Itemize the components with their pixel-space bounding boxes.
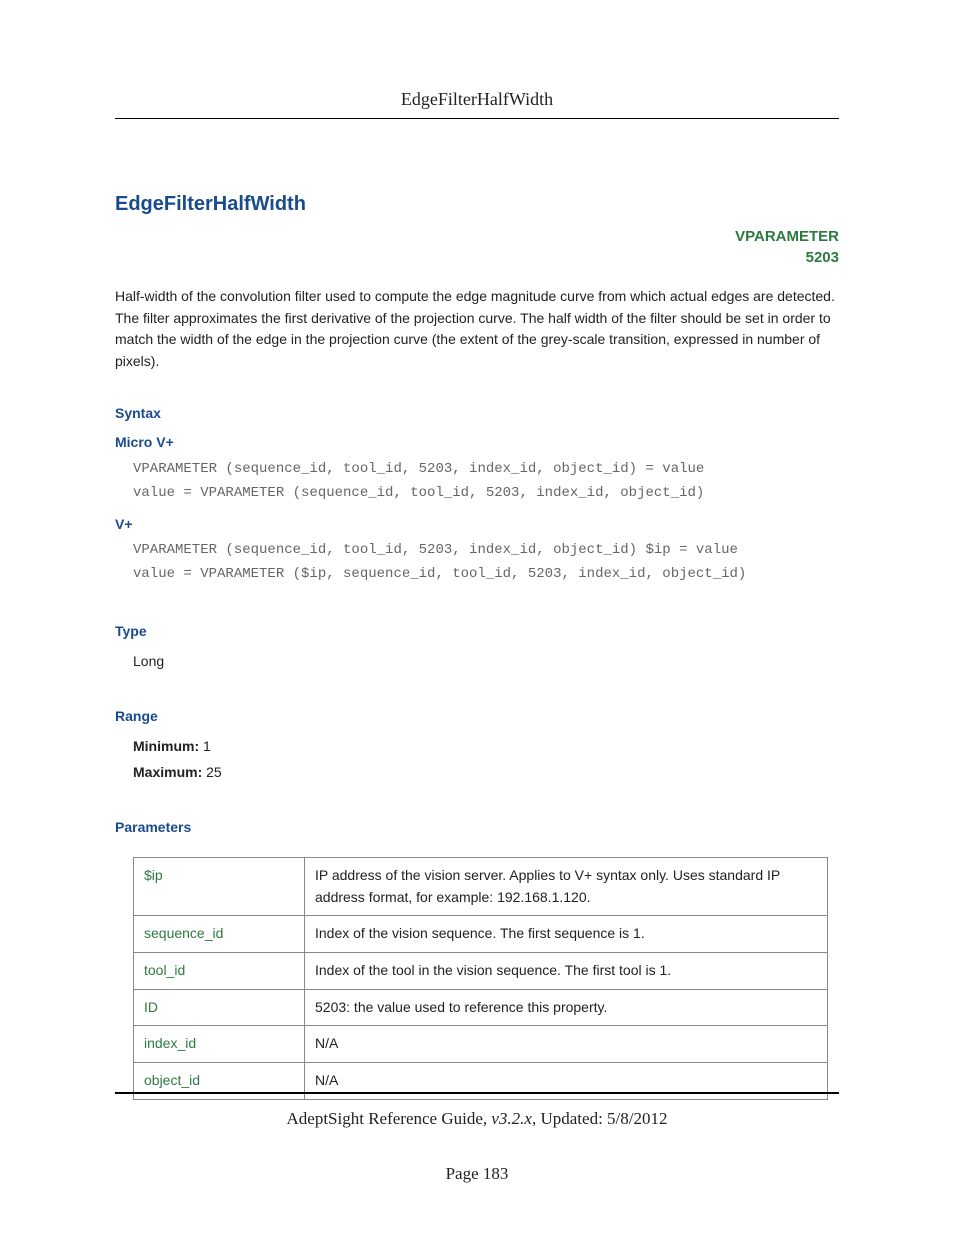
param-desc: Index of the tool in the vision sequence… [305, 953, 828, 990]
min-label: Minimum: [133, 738, 199, 754]
vparameter-badge: VPARAMETER 5203 [115, 226, 839, 268]
param-name: $ip [134, 858, 305, 916]
header-rule [115, 118, 839, 119]
footer-rule [115, 1092, 839, 1094]
param-desc: 5203: the value used to reference this p… [305, 989, 828, 1026]
table-row: tool_idIndex of the tool in the vision s… [134, 953, 828, 990]
type-value: Long [133, 651, 839, 673]
vparam-label: VPARAMETER [735, 228, 839, 245]
running-header: EdgeFilterHalfWidth [115, 86, 839, 118]
syntax-heading: Syntax [115, 403, 839, 425]
vplus-code: VPARAMETER (sequence_id, tool_id, 5203, … [133, 539, 839, 587]
footer-updated: , Updated: 5/8/2012 [532, 1109, 668, 1128]
range-max: Maximum: 25 [133, 762, 839, 784]
parameters-table: $ipIP address of the vision server. Appl… [133, 857, 828, 1100]
table-row: $ipIP address of the vision server. Appl… [134, 858, 828, 916]
param-desc: Index of the vision sequence. The first … [305, 916, 828, 953]
min-value: 1 [203, 738, 211, 754]
param-name: tool_id [134, 953, 305, 990]
table-row: index_idN/A [134, 1026, 828, 1063]
vplus-heading: V+ [115, 514, 839, 536]
param-name: index_id [134, 1026, 305, 1063]
page-footer: AdeptSight Reference Guide, v3.2.x, Upda… [115, 1092, 839, 1187]
type-heading: Type [115, 621, 839, 643]
max-label: Maximum: [133, 764, 202, 780]
document-page: EdgeFilterHalfWidth EdgeFilterHalfWidth … [0, 0, 954, 1235]
table-row: ID5203: the value used to reference this… [134, 989, 828, 1026]
micro-v-code: VPARAMETER (sequence_id, tool_id, 5203, … [133, 458, 839, 506]
page-title: EdgeFilterHalfWidth [115, 189, 839, 220]
max-value: 25 [206, 764, 222, 780]
range-heading: Range [115, 706, 839, 728]
footer-text: AdeptSight Reference Guide, v3.2.x, Upda… [115, 1106, 839, 1132]
parameters-heading: Parameters [115, 817, 839, 839]
vparam-id: 5203 [806, 249, 839, 266]
param-desc: N/A [305, 1026, 828, 1063]
param-name: ID [134, 989, 305, 1026]
footer-guide: AdeptSight Reference Guide [287, 1109, 483, 1128]
param-desc: IP address of the vision server. Applies… [305, 858, 828, 916]
description-paragraph: Half-width of the convolution filter use… [115, 286, 839, 373]
table-row: sequence_idIndex of the vision sequence.… [134, 916, 828, 953]
page-number: Page 183 [115, 1161, 839, 1187]
micro-v-heading: Micro V+ [115, 432, 839, 454]
footer-version: , v3.2.x [483, 1109, 532, 1128]
range-min: Minimum: 1 [133, 736, 839, 758]
param-name: sequence_id [134, 916, 305, 953]
